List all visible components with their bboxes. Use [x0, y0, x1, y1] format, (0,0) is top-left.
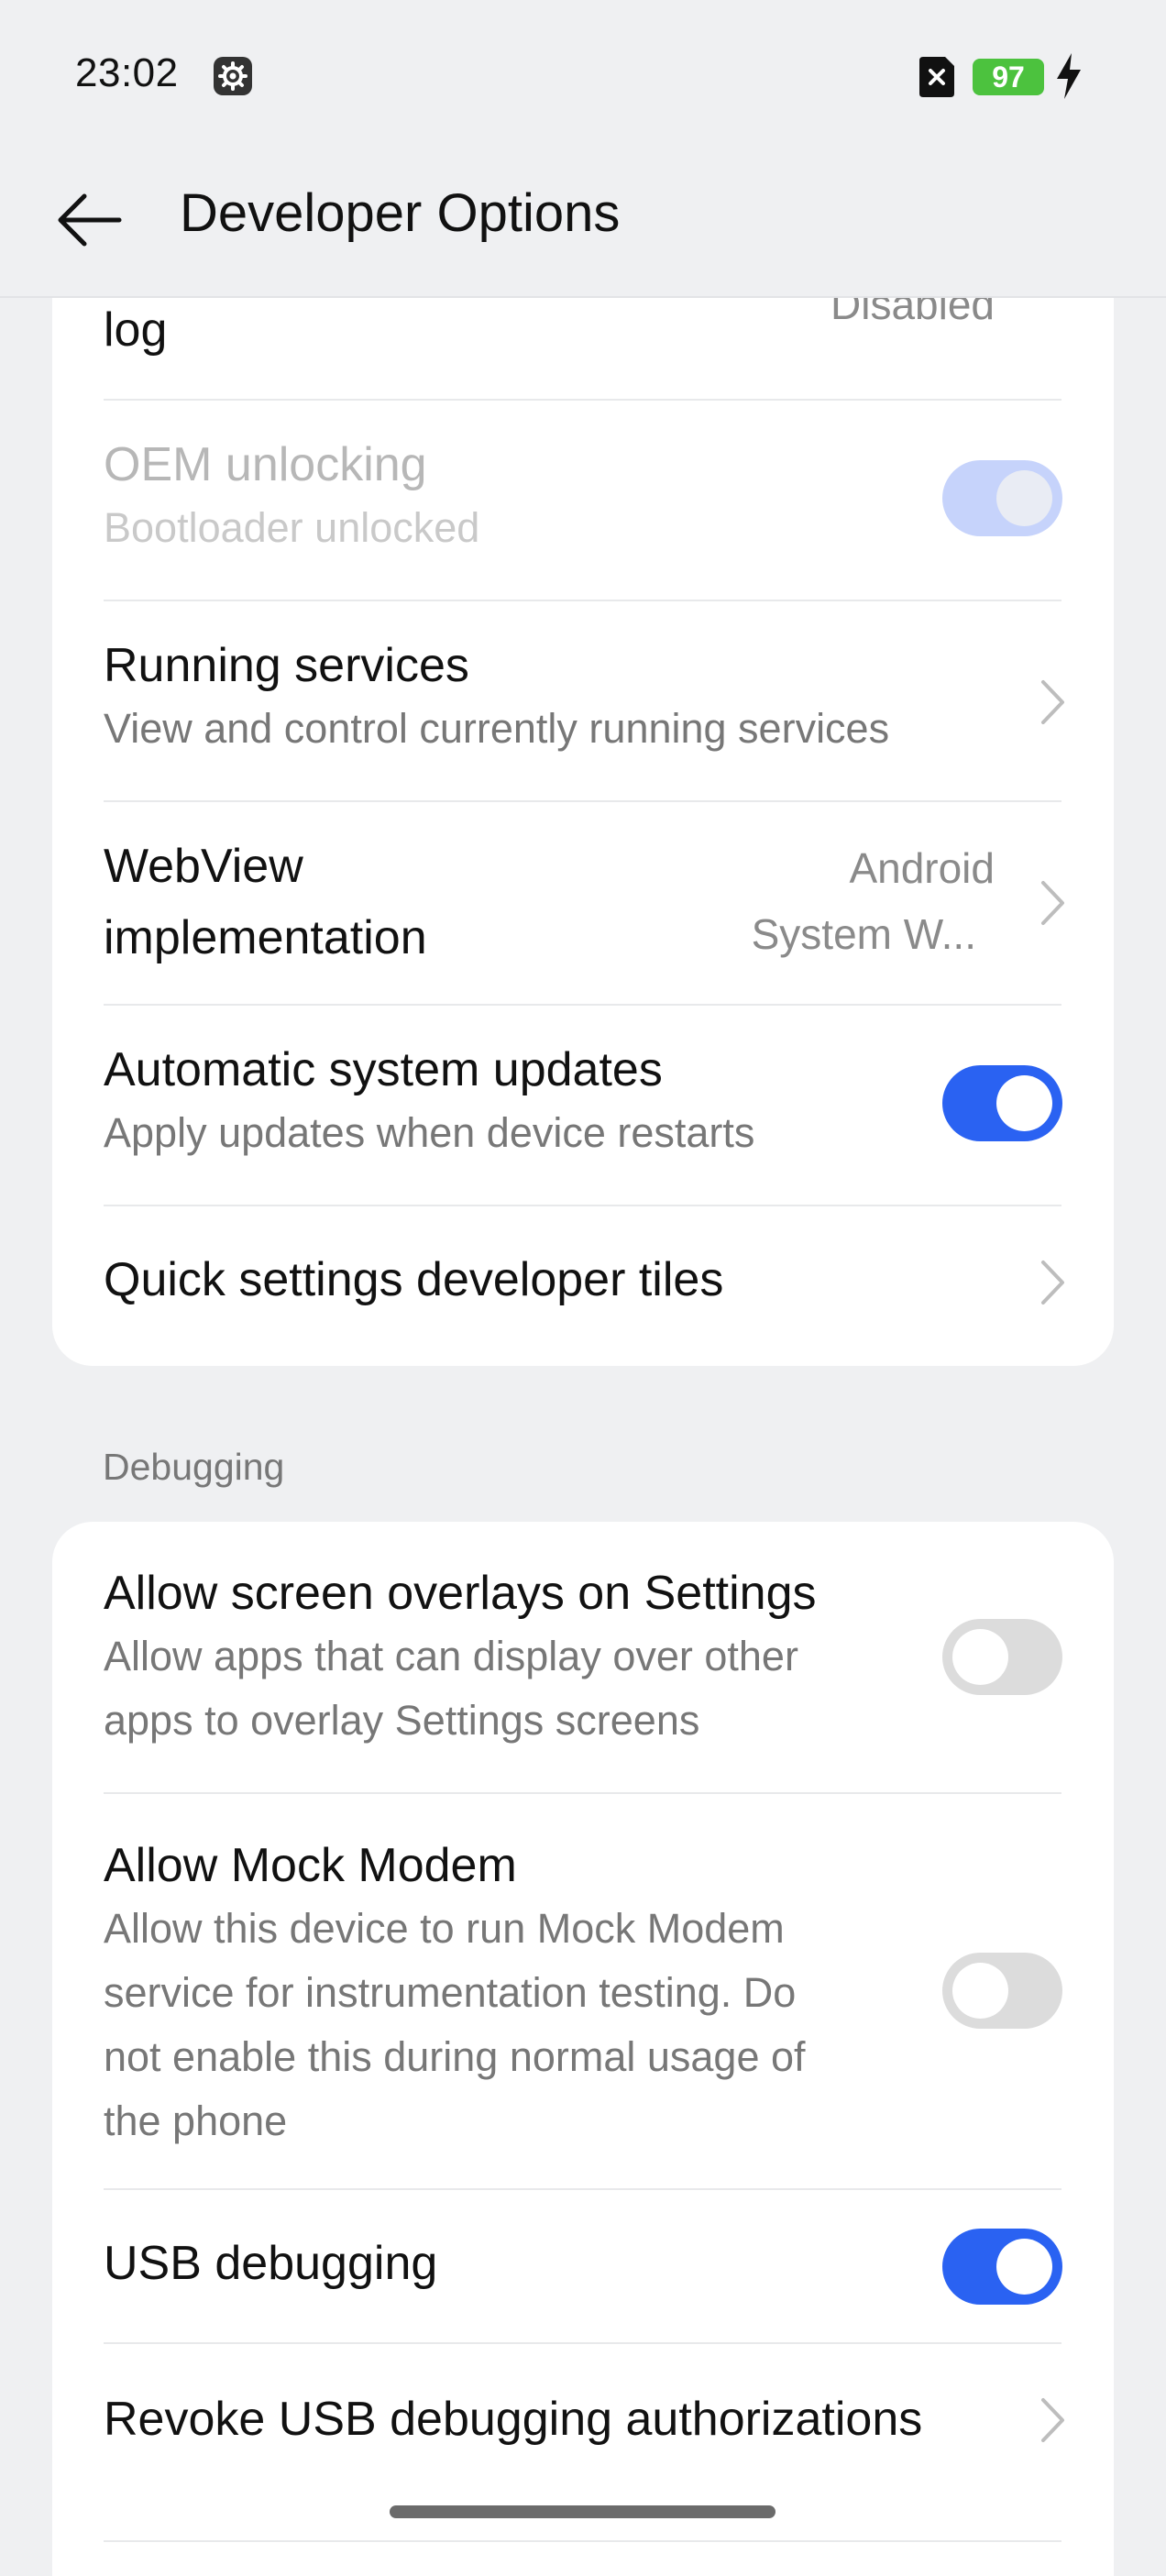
allow-mock-modem-toggle[interactable]	[942, 1953, 1062, 2029]
row-value-line1: Android	[849, 844, 995, 892]
home-indicator[interactable]	[390, 2505, 776, 2518]
row-subtitle: Apply updates when device restarts	[104, 1109, 755, 1156]
row-subtitle-line2: service for instrumentation testing. Do	[104, 1969, 797, 2016]
row-title: Allow screen overlays on Settings	[104, 1567, 817, 1620]
chevron-right-icon	[1041, 881, 1064, 925]
row-subtitle-line1: Allow this device to run Mock Modem	[104, 1905, 785, 1952]
list-item-usb-debugging[interactable]: USB debugging	[52, 2190, 1114, 2342]
row-title: OEM unlocking	[104, 438, 427, 491]
status-bar: 23:02 97	[0, 0, 1166, 151]
row-title: Quick settings developer tiles	[104, 1253, 724, 1306]
row-title: Automatic system updates	[104, 1043, 663, 1096]
no-sim-icon	[919, 57, 954, 97]
row-title-line2: implementation	[104, 911, 427, 964]
row-value-line2: System W...	[751, 910, 976, 958]
row-title: Revoke USB debugging authorizations	[104, 2393, 923, 2446]
row-subtitle-line2: apps to overlay Settings screens	[104, 1697, 700, 1744]
section-header-debugging: Debugging	[103, 1446, 285, 1488]
row-title: Running services	[104, 639, 469, 692]
row-subtitle: View and control currently running servi…	[104, 705, 890, 752]
allow-screen-overlays-toggle[interactable]	[942, 1619, 1062, 1695]
app-header: Developer Options	[0, 151, 1166, 298]
charging-bolt-icon	[1057, 53, 1081, 99]
usb-debugging-toggle[interactable]	[942, 2229, 1062, 2305]
list-item-allow-screen-overlays[interactable]: Allow screen overlays on Settings Allow …	[52, 1522, 1114, 1792]
chevron-right-icon	[1041, 1260, 1064, 1305]
row-subtitle-line1: Allow apps that can display over other	[104, 1633, 798, 1679]
list-item-allow-mock-modem[interactable]: Allow Mock Modem Allow this device to ru…	[52, 1794, 1114, 2188]
battery-icon: 97	[973, 59, 1044, 95]
row-subtitle-line3: not enable this during normal usage of	[104, 2033, 806, 2080]
row-subtitle-line4: the phone	[104, 2097, 288, 2144]
divider	[104, 2540, 1062, 2542]
settings-card-debugging: Allow screen overlays on Settings Allow …	[52, 1522, 1114, 2576]
back-arrow-icon[interactable]	[53, 183, 126, 257]
row-title-line1: WebView	[104, 840, 303, 893]
settings-card-general: log Disabled OEM unlocking Bootloader un…	[52, 220, 1114, 1366]
list-item-oem-unlocking: OEM unlocking Bootloader unlocked	[52, 401, 1114, 600]
list-item-running-services[interactable]: Running services View and control curren…	[52, 601, 1114, 800]
status-time: 23:02	[75, 50, 179, 95]
page-title: Developer Options	[180, 183, 621, 243]
row-title: Allow Mock Modem	[104, 1839, 517, 1892]
list-item-automatic-system-updates[interactable]: Automatic system updates Apply updates w…	[52, 1006, 1114, 1205]
row-subtitle: Bootloader unlocked	[104, 504, 480, 551]
settings-gear-icon	[214, 57, 252, 95]
list-item-quick-settings-tiles[interactable]: Quick settings developer tiles	[52, 1206, 1114, 1366]
row-title: USB debugging	[104, 2237, 438, 2290]
chevron-right-icon	[1041, 680, 1064, 724]
row-title: log	[104, 303, 168, 357]
oem-unlocking-toggle	[942, 460, 1062, 536]
list-item-webview-implementation[interactable]: WebView implementation Android System W.…	[52, 802, 1114, 1004]
chevron-right-icon	[1041, 2398, 1064, 2442]
automatic-system-updates-toggle[interactable]	[942, 1065, 1062, 1141]
